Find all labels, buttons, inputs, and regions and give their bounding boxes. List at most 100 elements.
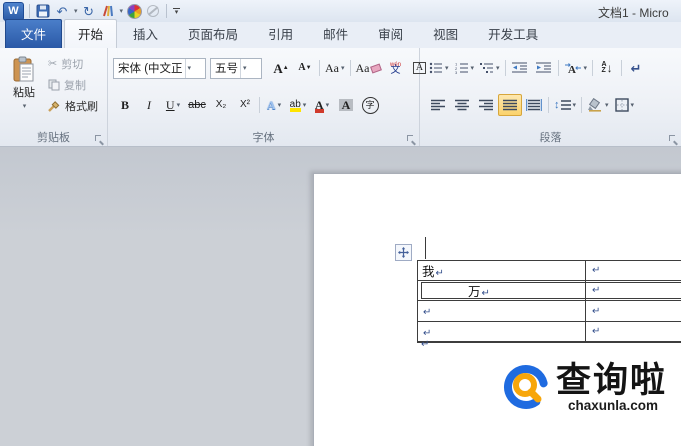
sort-button[interactable]: AZ ↓ xyxy=(595,57,619,79)
document-page[interactable]: 我↵ ↵ 万↵ ↵ ↵ ↵ ↵ ↵ ↵ 查询啦 chaxunla.com xyxy=(313,173,681,446)
clear-formatting-button[interactable]: Aa xyxy=(353,57,384,79)
tab-page-layout[interactable]: 页面布局 xyxy=(174,19,252,48)
paragraph-dialog-launcher[interactable] xyxy=(669,135,678,144)
cut-button[interactable]: ✂ 剪切 xyxy=(48,55,98,72)
tab-insert[interactable]: 插入 xyxy=(119,19,172,48)
multilevel-list-button[interactable]: ▾ xyxy=(477,57,503,79)
bullets-button[interactable]: ▾ xyxy=(426,57,452,79)
paste-button[interactable]: 粘贴 ▾ xyxy=(5,56,43,110)
tab-mailings[interactable]: 邮件 xyxy=(309,19,362,48)
word-app-icon[interactable]: W xyxy=(3,1,24,21)
text-effects-dropdown-icon[interactable]: ▾ xyxy=(278,102,282,109)
justify-button[interactable] xyxy=(498,94,522,116)
italic-button[interactable]: I xyxy=(137,94,161,116)
table-row[interactable]: ↵ ↵ xyxy=(418,301,681,322)
align-right-button[interactable] xyxy=(474,94,498,116)
enclose-characters-button[interactable]: 字 xyxy=(358,94,382,116)
line-spacing-dropdown-icon[interactable]: ▾ xyxy=(573,102,577,109)
underline-dropdown-icon[interactable]: ▾ xyxy=(177,102,181,109)
table-row[interactable]: ↵ ↵ xyxy=(418,322,681,342)
watermark: 查询啦 chaxunla.com xyxy=(500,362,667,418)
table-cell[interactable]: ↵ xyxy=(418,325,431,339)
text-highlight-button[interactable]: ab ▾ xyxy=(286,94,310,116)
group-paragraph: ▾ 123 ▾ ▾ A ▾ AZ ↓ ↵ ↕ ▾ ▾ ▾ 段落 xyxy=(420,48,681,146)
font-color-button[interactable]: A ▾ xyxy=(310,94,334,116)
strikethrough-button[interactable]: abc xyxy=(185,94,209,116)
align-left-button[interactable] xyxy=(426,94,450,116)
font-size-combobox[interactable]: 五号 ▾ xyxy=(210,57,262,79)
font-color-dropdown-icon[interactable]: ▾ xyxy=(326,102,330,109)
move-arrows-icon xyxy=(398,247,409,258)
copy-label: 复制 xyxy=(64,79,86,92)
ribbon: 粘贴 ▾ ✂ 剪切 复制 格式刷 剪贴板 宋体 (中文正 ▾ 五号 ▾ A ▲ … xyxy=(0,48,681,147)
line-spacing-lines-icon xyxy=(560,100,571,110)
save-icon[interactable] xyxy=(35,2,51,20)
table-row[interactable]: 万↵ ↵ xyxy=(418,281,681,301)
change-case-button[interactable]: Aa ▾ xyxy=(322,57,348,79)
redo-icon[interactable]: ↻ xyxy=(81,2,97,20)
text-effects-button[interactable]: A ▾ xyxy=(262,94,286,116)
highlight-dropdown-icon[interactable]: ▾ xyxy=(303,102,307,109)
enclose-characters-glyph: 字 xyxy=(361,96,379,114)
sort-arrow-glyph: ↓ xyxy=(606,61,613,75)
borders-button[interactable]: ▾ xyxy=(612,94,638,116)
distributed-button[interactable] xyxy=(522,94,546,116)
align-center-button[interactable] xyxy=(450,94,474,116)
table-row[interactable]: 我↵ ↵ xyxy=(418,261,681,281)
font-name-combobox[interactable]: 宋体 (中文正 ▾ xyxy=(113,57,206,79)
watermark-name: 查询啦 xyxy=(556,361,668,400)
table-cell[interactable]: 我↵ xyxy=(418,261,444,280)
decrease-indent-button[interactable] xyxy=(508,57,532,79)
tab-review[interactable]: 审阅 xyxy=(364,19,417,48)
show-hide-marks-button[interactable]: ↵ xyxy=(624,57,648,79)
copy-button[interactable]: 复制 xyxy=(48,76,98,93)
table-column-divider[interactable] xyxy=(585,261,586,342)
asian-layout-button[interactable]: A ▾ xyxy=(561,57,591,79)
increase-indent-button[interactable] xyxy=(532,57,556,79)
format-painter-button[interactable]: 格式刷 xyxy=(48,97,98,114)
watermark-domain: chaxunla.com xyxy=(568,398,659,413)
numbering-dropdown-icon[interactable]: ▾ xyxy=(471,65,475,72)
bullets-dropdown-icon[interactable]: ▾ xyxy=(445,65,449,72)
table-cell[interactable]: 万↵ xyxy=(418,281,490,300)
borders-dropdown-icon[interactable]: ▾ xyxy=(631,102,635,109)
shading-dropdown-icon[interactable]: ▾ xyxy=(605,102,609,109)
font-size-dropdown-icon[interactable]: ▾ xyxy=(240,58,247,78)
phonetic-guide-button[interactable]: wén 文 xyxy=(384,57,408,79)
svg-text:3: 3 xyxy=(455,70,458,74)
font-name-dropdown-icon[interactable]: ▾ xyxy=(184,58,191,78)
tab-home[interactable]: 开始 xyxy=(64,19,118,48)
paste-dropdown-icon[interactable]: ▾ xyxy=(6,102,43,110)
table-move-handle[interactable] xyxy=(395,244,412,261)
pens-icon[interactable] xyxy=(100,2,116,20)
multilevel-list-icon xyxy=(480,63,494,73)
tab-file[interactable]: 文件 xyxy=(5,19,63,48)
tab-references[interactable]: 引用 xyxy=(254,19,307,48)
clipboard-dialog-launcher[interactable] xyxy=(95,135,104,144)
shading-button[interactable]: ▾ xyxy=(584,94,612,116)
undo-icon[interactable]: ↶ xyxy=(54,2,70,20)
superscript-button[interactable]: X² xyxy=(233,94,257,116)
table-cell[interactable]: ↵ xyxy=(418,304,431,318)
grow-font-button[interactable]: A ▲ xyxy=(269,57,293,79)
underline-button[interactable]: U ▾ xyxy=(161,94,185,116)
numbering-button[interactable]: 123 ▾ xyxy=(452,57,478,79)
character-shading-button[interactable]: A xyxy=(334,94,358,116)
color-wheel-icon[interactable] xyxy=(126,2,142,20)
customize-qat-icon[interactable]: ▾ xyxy=(173,8,181,16)
align-right-icon xyxy=(479,99,493,111)
tab-developer[interactable]: 开发工具 xyxy=(474,19,552,48)
font-dialog-launcher[interactable] xyxy=(407,135,416,144)
paragraph-mark-icon: ↵ xyxy=(435,268,444,279)
asian-layout-dropdown-icon[interactable]: ▾ xyxy=(584,65,588,72)
shrink-font-button[interactable]: A ▼ xyxy=(293,57,317,79)
line-spacing-button[interactable]: ↕ ▾ xyxy=(551,94,579,116)
tab-view[interactable]: 视图 xyxy=(419,19,472,48)
bold-button[interactable]: B xyxy=(113,94,137,116)
align-center-icon xyxy=(455,99,469,111)
shrink-font-glyph: A xyxy=(298,62,306,73)
subscript-button[interactable]: X₂ xyxy=(209,94,233,116)
undo-dropdown-icon[interactable]: ▾ xyxy=(74,7,78,15)
multilevel-list-dropdown-icon[interactable]: ▾ xyxy=(496,65,500,72)
pens-dropdown-icon[interactable]: ▾ xyxy=(120,7,124,15)
